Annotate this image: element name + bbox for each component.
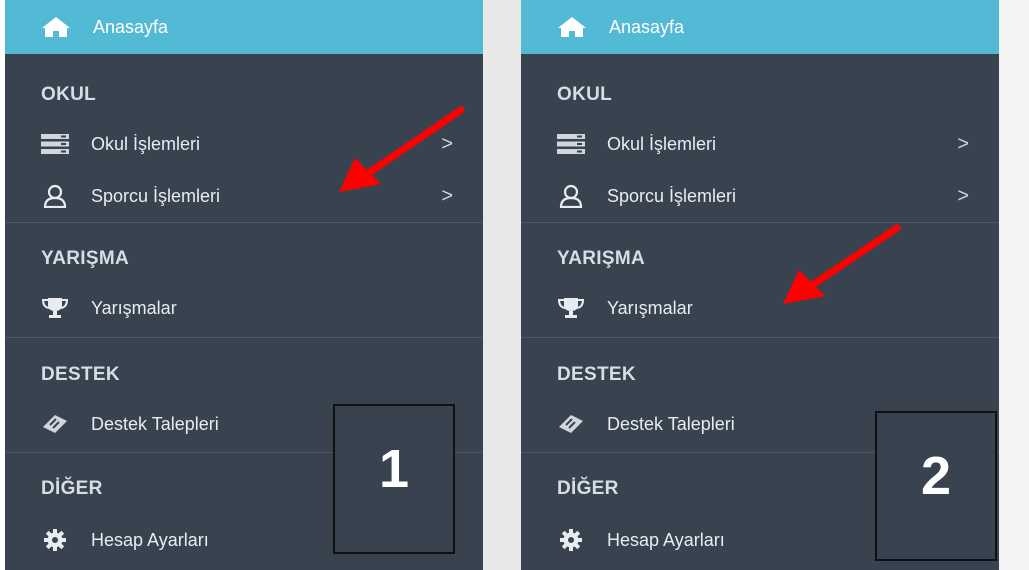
sidebar-item-label: Okul İşlemleri bbox=[91, 133, 201, 154]
chevron-right-icon: > bbox=[957, 184, 969, 207]
sidebar-item-label: Okul İşlemleri bbox=[607, 133, 717, 154]
divider bbox=[5, 337, 483, 338]
sidebar-panel-2: Anasayfa OKUL Okul İşlemleri > Sporcu İş… bbox=[521, 0, 999, 570]
step-number: 2 bbox=[920, 446, 952, 506]
sidebar-item-yarismalar[interactable]: Yarışmalar bbox=[5, 286, 483, 330]
step-number-box: 1 bbox=[333, 404, 455, 554]
sidebar-item-sporcu-islemleri[interactable]: Sporcu İşlemleri > bbox=[521, 174, 999, 218]
sidebar-item-label: Destek Talepleri bbox=[607, 413, 735, 434]
section-title-okul: OKUL bbox=[41, 84, 97, 105]
section-title-okul: OKUL bbox=[557, 84, 613, 105]
section-title-diger: DİĞER bbox=[41, 478, 103, 499]
trophy-icon bbox=[557, 296, 585, 320]
sidebar-item-sporcu-islemleri[interactable]: Sporcu İşlemleri > bbox=[5, 174, 483, 218]
sidebar-item-home[interactable]: Anasayfa bbox=[5, 0, 483, 54]
section-title-destek: DESTEK bbox=[557, 364, 636, 385]
right-background bbox=[999, 0, 1029, 570]
ticket-icon bbox=[557, 412, 585, 436]
chevron-right-icon: > bbox=[441, 132, 453, 155]
sidebar-item-label: Yarışmalar bbox=[91, 297, 177, 318]
sidebar-item-label: Sporcu İşlemleri bbox=[607, 185, 737, 206]
user-icon bbox=[557, 184, 585, 208]
chevron-right-icon: > bbox=[441, 184, 453, 207]
trophy-icon bbox=[41, 296, 69, 320]
divider bbox=[521, 222, 999, 223]
section-title-diger: DİĞER bbox=[557, 478, 619, 499]
sidebar-item-label: Hesap Ayarları bbox=[91, 529, 209, 550]
section-title-destek: DESTEK bbox=[41, 364, 120, 385]
divider bbox=[5, 222, 483, 223]
ticket-icon bbox=[41, 412, 69, 436]
sidebar-item-yarismalar[interactable]: Yarışmalar bbox=[521, 286, 999, 330]
sidebar-item-okul-islemleri[interactable]: Okul İşlemleri > bbox=[5, 122, 483, 166]
sidebar-item-label: Anasayfa bbox=[93, 16, 169, 37]
sidebar-item-label: Destek Talepleri bbox=[91, 413, 219, 434]
section-title-yarisma: YARIŞMA bbox=[41, 248, 129, 269]
sidebar-panel-1: Anasayfa OKUL Okul İşlemleri > Sporcu İş… bbox=[5, 0, 483, 570]
user-icon bbox=[41, 184, 69, 208]
sidebar-item-okul-islemleri[interactable]: Okul İşlemleri > bbox=[521, 122, 999, 166]
gap-background bbox=[483, 0, 521, 570]
section-title-yarisma: YARIŞMA bbox=[557, 248, 645, 269]
divider bbox=[521, 337, 999, 338]
server-icon bbox=[41, 132, 69, 156]
step-number: 1 bbox=[378, 439, 410, 499]
sidebar-item-label: Anasayfa bbox=[609, 16, 685, 37]
home-icon bbox=[42, 17, 70, 37]
chevron-right-icon: > bbox=[957, 132, 969, 155]
gear-icon bbox=[557, 528, 585, 552]
sidebar-item-home[interactable]: Anasayfa bbox=[521, 0, 999, 54]
sidebar-item-label: Sporcu İşlemleri bbox=[91, 185, 221, 206]
sidebar-item-label: Yarışmalar bbox=[607, 297, 693, 318]
gear-icon bbox=[41, 528, 69, 552]
sidebar-item-label: Hesap Ayarları bbox=[607, 529, 725, 550]
step-number-box: 2 bbox=[875, 411, 997, 561]
server-icon bbox=[557, 132, 585, 156]
home-icon bbox=[558, 17, 586, 37]
